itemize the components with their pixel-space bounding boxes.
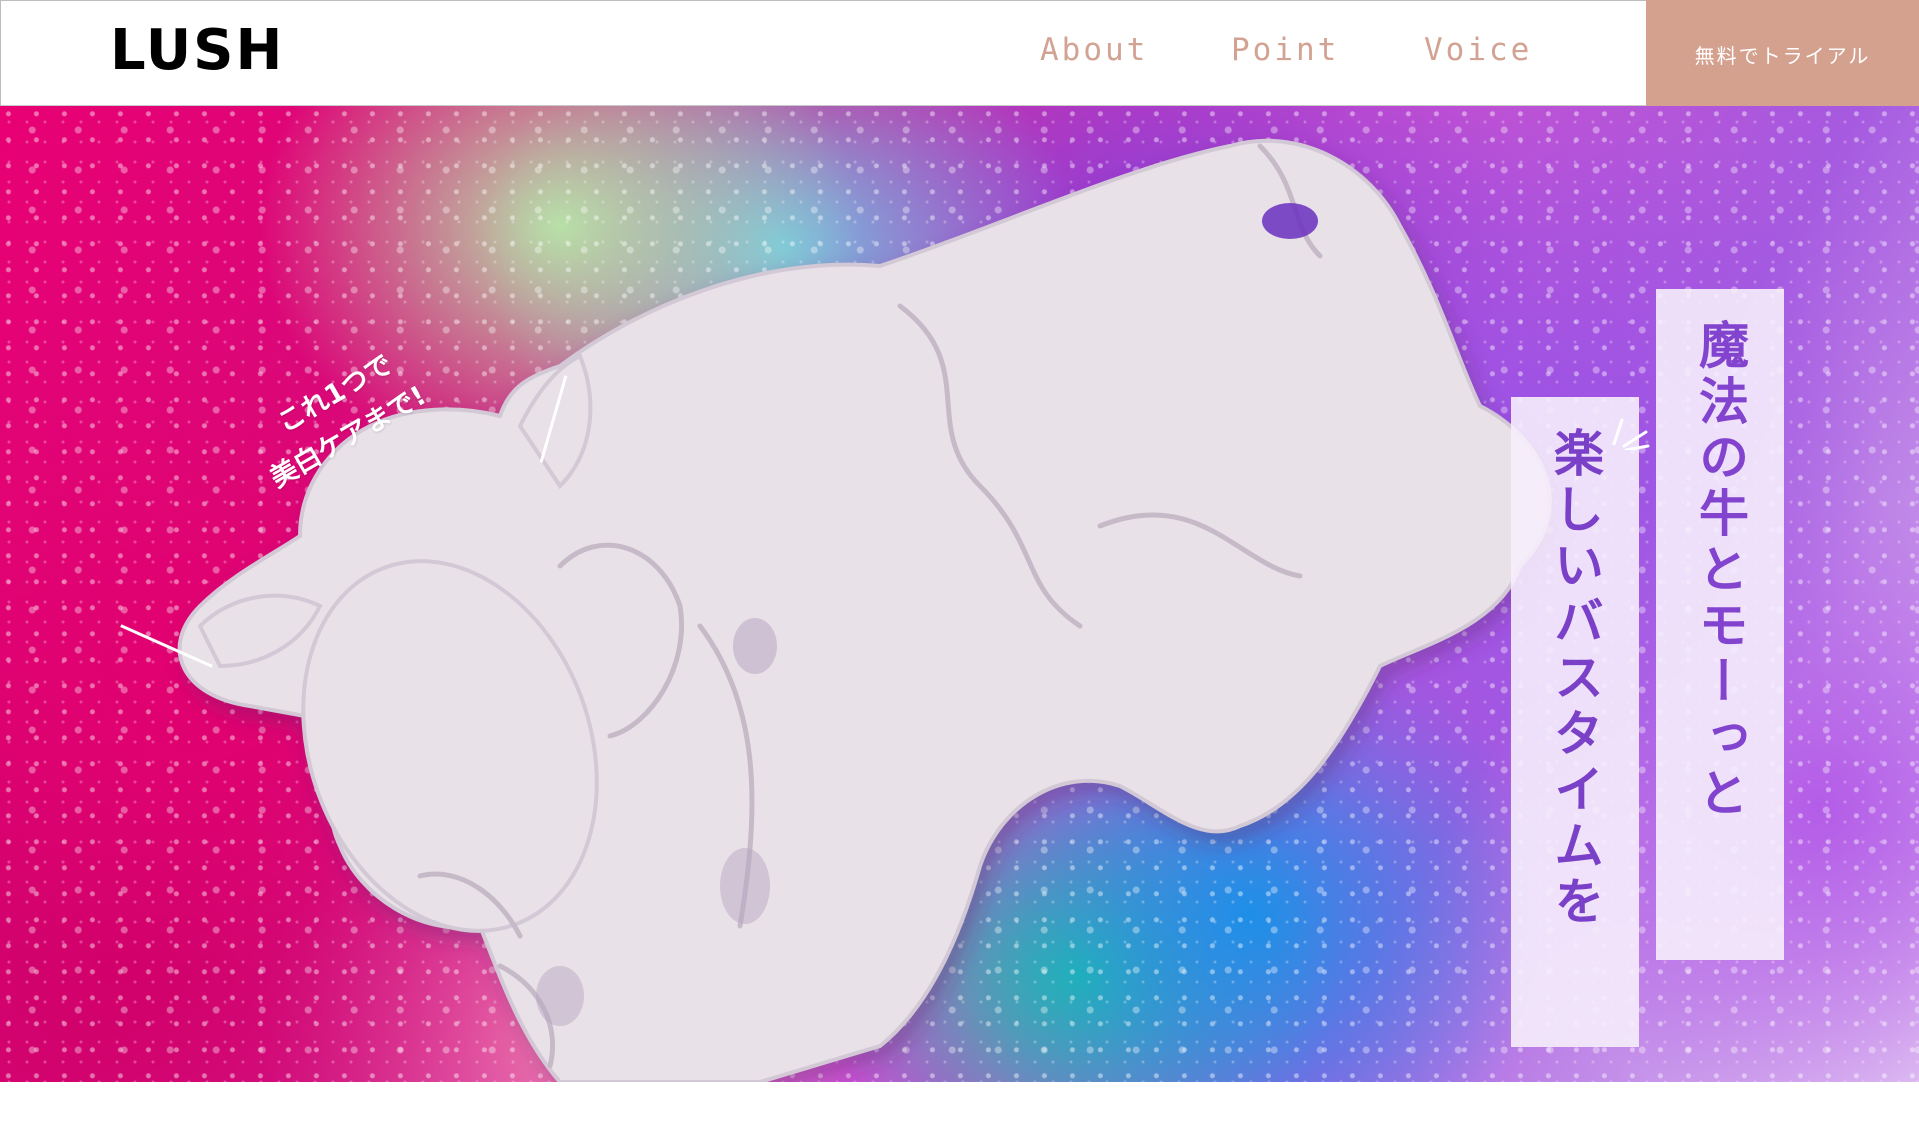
nav-about-link[interactable]: About — [1040, 32, 1148, 68]
nav-point-link[interactable]: Point — [1231, 32, 1339, 68]
headline-line-2: 楽しいバスタイムを — [1511, 397, 1639, 1047]
free-trial-button[interactable]: 無料でトライアル — [1646, 0, 1919, 106]
sparkle-accent-icon — [1612, 418, 1650, 450]
headline-line-1: 魔法の牛とモーっと — [1656, 289, 1784, 960]
nav-voice-link[interactable]: Voice — [1424, 32, 1532, 68]
site-header: LUSH About Point Voice 無料でトライアル — [0, 0, 1919, 106]
hero-section: これ1つで 美白ケアまで! 魔法の牛とモーっと 楽しいバスタイムを scroll — [0, 106, 1919, 1082]
lush-logo[interactable]: LUSH — [110, 20, 284, 82]
